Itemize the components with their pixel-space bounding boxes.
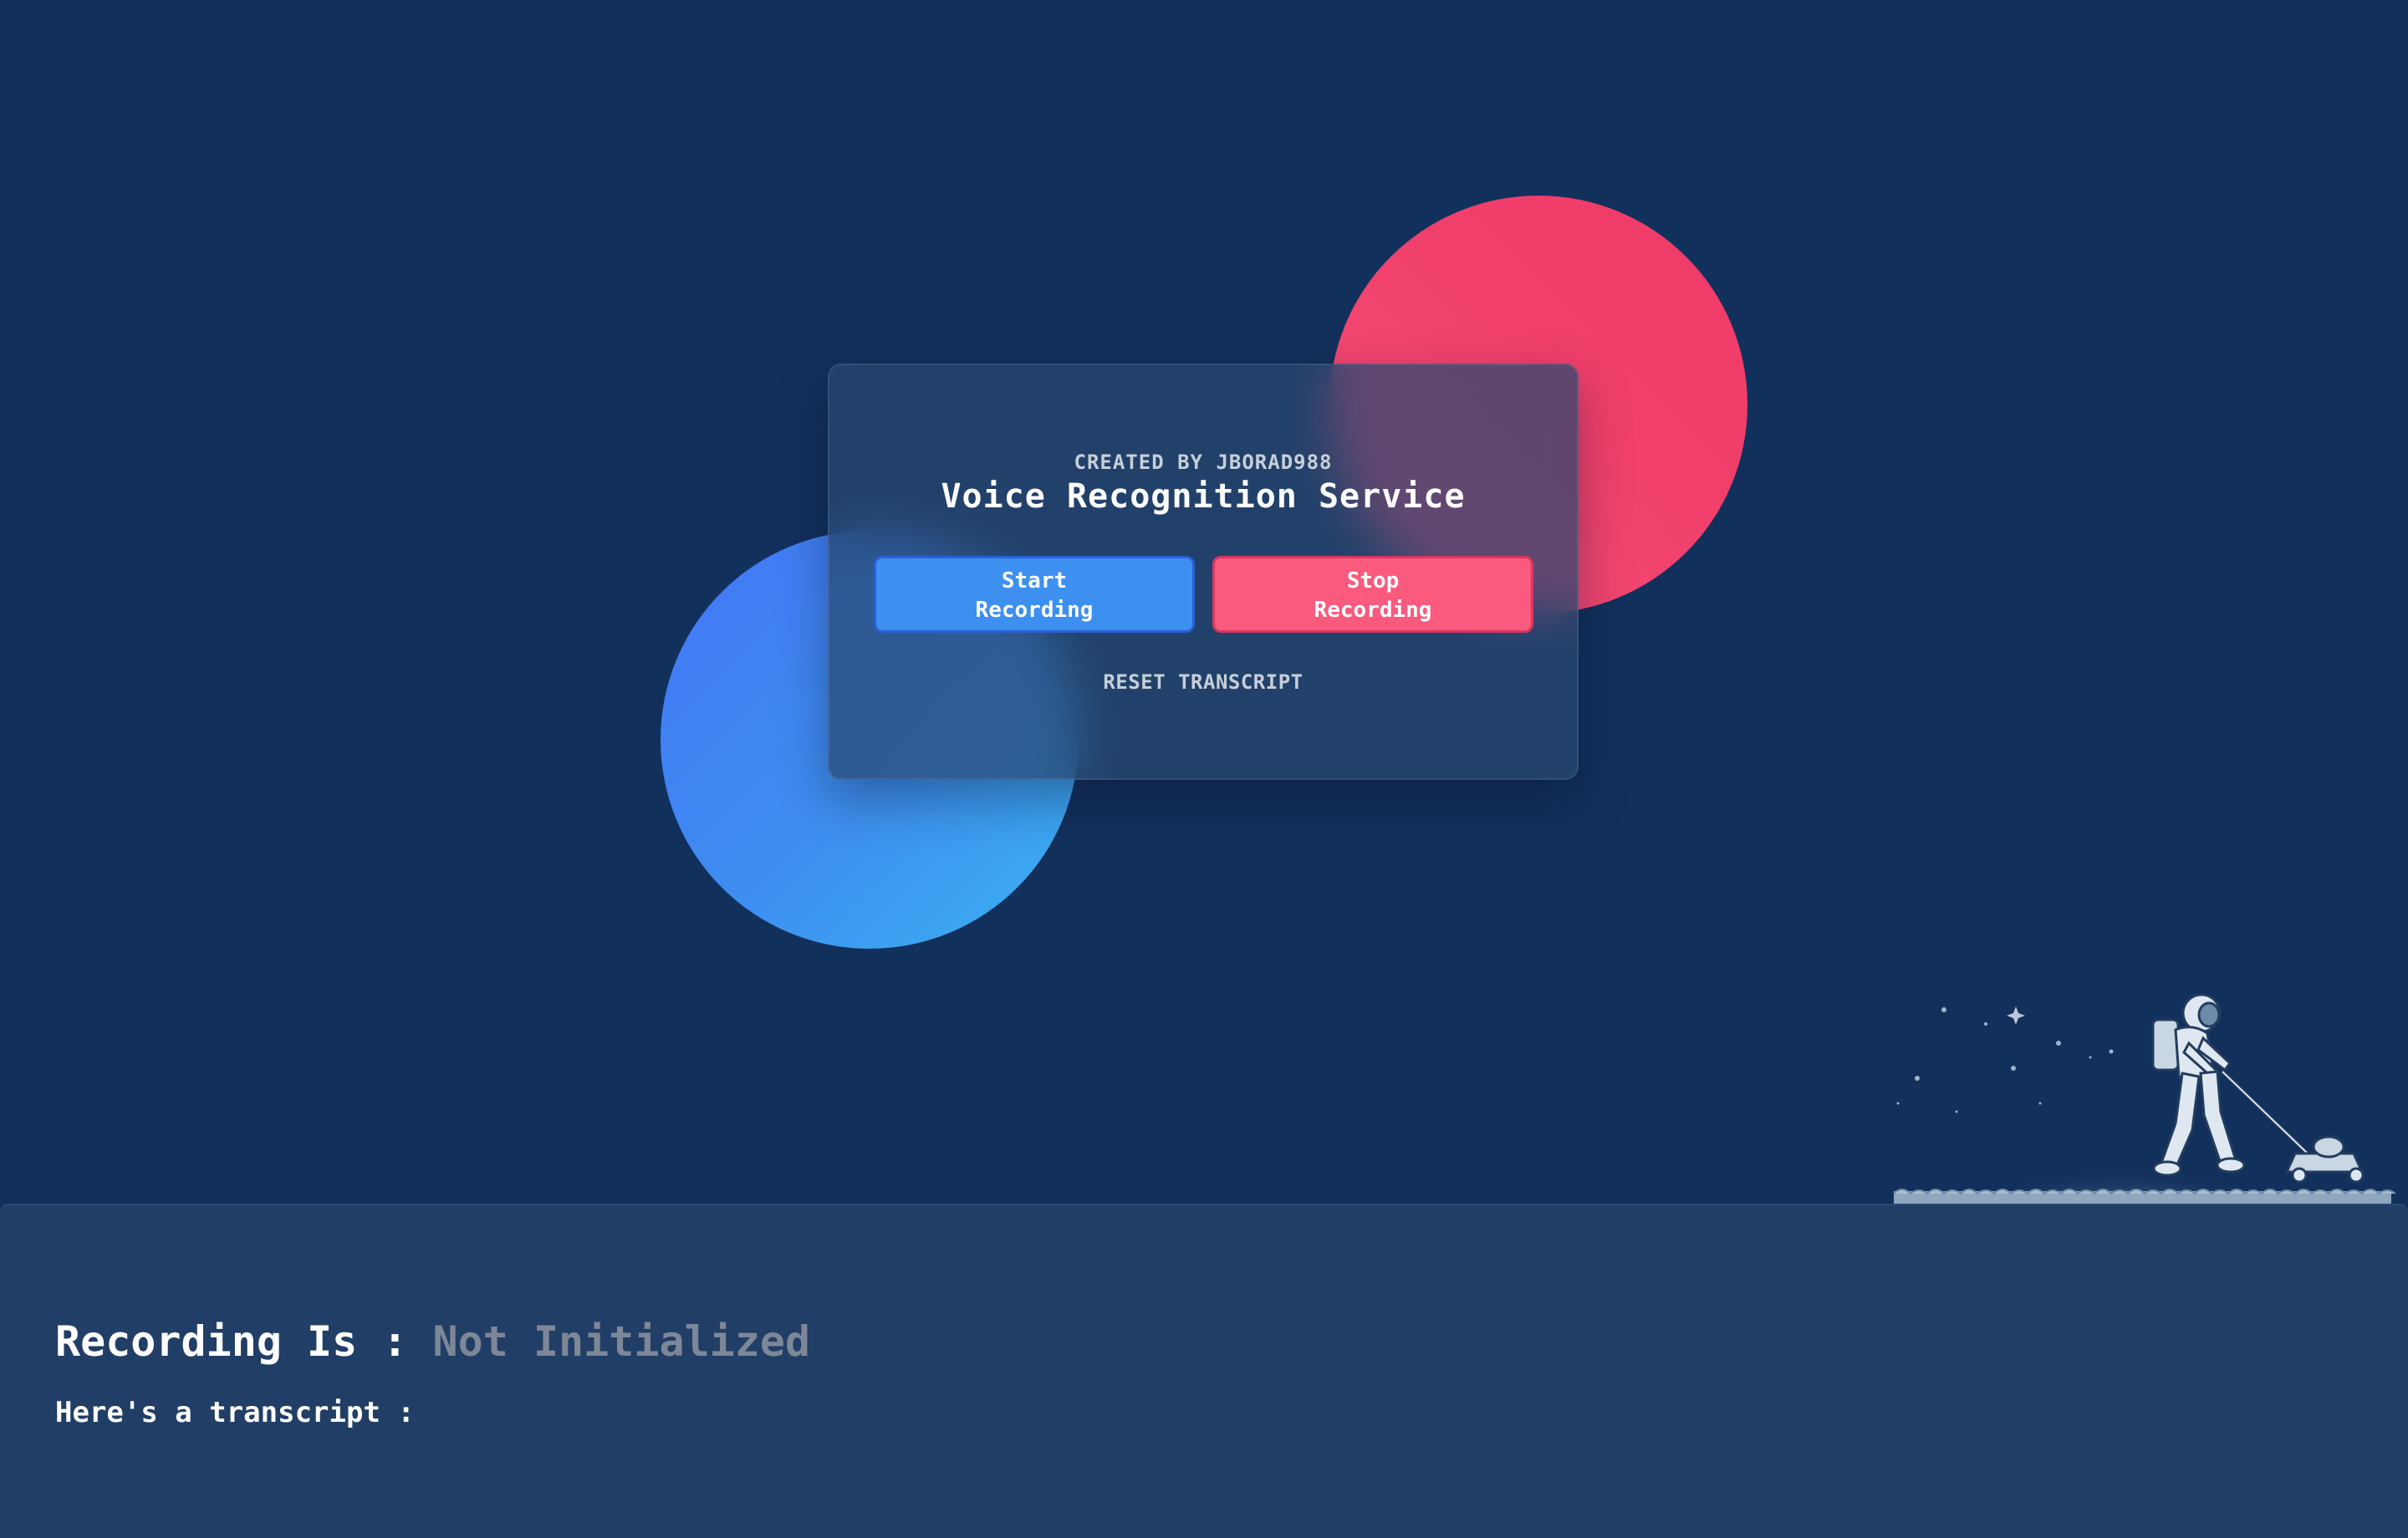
- start-recording-button[interactable]: Start Recording: [874, 556, 1195, 633]
- transcript-label: Here's a transcript :: [55, 1396, 415, 1429]
- recording-status: Recording Is : Not Initialized: [55, 1317, 810, 1366]
- app-root: CREATED BY JBORAD988 Voice Recognition S…: [0, 0, 2408, 1538]
- recording-status-value: Not Initialized: [432, 1317, 811, 1366]
- recording-status-label: Recording Is :: [55, 1317, 433, 1366]
- status-panel: Recording Is : Not Initialized Here's a …: [0, 1204, 2408, 1538]
- control-card: CREATED BY JBORAD988 Voice Recognition S…: [828, 364, 1579, 780]
- stop-recording-button[interactable]: Stop Recording: [1212, 556, 1533, 633]
- page-title: Voice Recognition Service: [941, 477, 1466, 516]
- credit-text: CREATED BY JBORAD988: [1074, 451, 1333, 474]
- reset-transcript-link[interactable]: RESET TRANSCRIPT: [829, 670, 1577, 694]
